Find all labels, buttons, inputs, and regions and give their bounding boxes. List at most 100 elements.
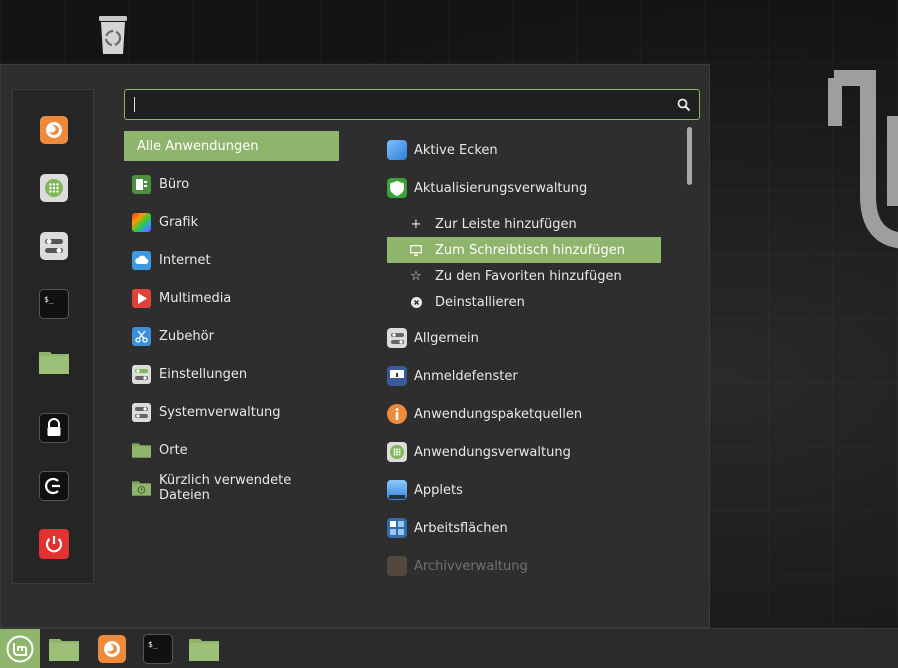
context-menu: + Zur Leiste hinzufügen Zum Schreibtisch… <box>387 211 667 315</box>
favorite-lock-screen[interactable] <box>38 412 70 444</box>
app-label: Applets <box>414 482 463 498</box>
terminal-icon: $_ <box>143 634 173 664</box>
multimedia-icon <box>132 288 151 308</box>
plus-icon: + <box>410 216 422 232</box>
context-uninstall[interactable]: Deinstallieren <box>387 289 661 315</box>
app-archive-manager[interactable]: Archivverwaltung <box>387 547 667 585</box>
favorite-logout[interactable] <box>38 470 70 502</box>
archive-manager-icon <box>387 556 407 576</box>
category-label: Orte <box>159 442 188 458</box>
app-applets[interactable]: Applets <box>387 471 667 509</box>
application-list: Aktive Ecken Aktualisierungsverwaltung +… <box>387 131 667 585</box>
category-label: Zubehör <box>159 328 214 344</box>
taskbar-firefox[interactable] <box>96 633 128 665</box>
category-label: Büro <box>159 176 190 192</box>
context-label: Deinstallieren <box>435 294 525 310</box>
context-label: Zur Leiste hinzufügen <box>435 216 577 232</box>
general-settings-icon <box>387 328 407 348</box>
app-software-manager[interactable]: Anwendungsverwaltung <box>387 433 667 471</box>
login-window-icon <box>387 366 407 386</box>
software-manager-icon <box>387 442 407 462</box>
app-label: Archivverwaltung <box>414 558 528 574</box>
favorite-settings[interactable] <box>38 230 70 262</box>
app-general[interactable]: Allgemein <box>387 319 667 357</box>
trash-icon[interactable] <box>96 14 130 56</box>
category-all-applications[interactable]: Alle Anwendungen <box>124 131 339 161</box>
category-multimedia[interactable]: Multimedia <box>124 279 339 317</box>
category-label: Grafik <box>159 214 199 230</box>
software-manager-icon <box>40 174 68 202</box>
power-icon <box>39 529 69 559</box>
category-recent-files[interactable]: Kürzlich verwendete Dateien <box>124 469 339 507</box>
application-menu: $_ Alle Anwendungen Büro Grafik Internet… <box>0 64 710 628</box>
svg-text:$_: $_ <box>44 295 54 304</box>
category-label: Einstellungen <box>159 366 248 382</box>
context-label: Zum Schreibtisch hinzufügen <box>435 242 625 258</box>
category-internet[interactable]: Internet <box>124 241 339 279</box>
remove-icon <box>409 295 423 309</box>
svg-text:$_: $_ <box>148 640 158 649</box>
category-graphics[interactable]: Grafik <box>124 203 339 241</box>
favorite-firefox[interactable] <box>38 114 70 146</box>
search-icon[interactable] <box>677 98 691 112</box>
category-label: Internet <box>159 252 211 268</box>
context-add-to-panel[interactable]: + Zur Leiste hinzufügen <box>387 211 661 237</box>
taskbar-files[interactable] <box>48 633 80 665</box>
favorite-terminal[interactable]: $_ <box>38 288 70 320</box>
hot-corners-icon <box>387 140 407 160</box>
category-accessories[interactable]: Zubehör <box>124 317 339 355</box>
settings-icon <box>40 232 68 260</box>
mint-logo-wallpaper <box>828 70 898 249</box>
workspaces-icon <box>387 518 407 538</box>
context-add-to-desktop[interactable]: Zum Schreibtisch hinzufügen <box>387 237 661 263</box>
app-update-manager[interactable]: Aktualisierungsverwaltung <box>387 169 667 207</box>
app-label: Allgemein <box>414 330 479 346</box>
places-folder-icon <box>132 441 151 460</box>
settings-icon <box>132 364 151 384</box>
graphics-icon <box>132 212 151 232</box>
app-label: Arbeitsflächen <box>414 520 508 536</box>
favorite-files[interactable] <box>38 346 70 378</box>
category-list: Alle Anwendungen Büro Grafik Internet Mu… <box>124 131 339 507</box>
app-software-sources[interactable]: Anwendungspaketquellen <box>387 395 667 433</box>
favorites-sidebar: $_ <box>12 89 94 584</box>
taskbar: $_ <box>0 628 898 668</box>
files-folder-icon <box>189 639 219 661</box>
app-label: Aktive Ecken <box>414 142 498 158</box>
category-places[interactable]: Orte <box>124 431 339 469</box>
internet-icon <box>132 250 151 270</box>
taskbar-files-2[interactable] <box>188 633 220 665</box>
app-label: Anmeldefenster <box>414 368 518 384</box>
search-input[interactable] <box>133 95 663 115</box>
applets-icon <box>387 480 407 500</box>
category-office[interactable]: Büro <box>124 165 339 203</box>
favorite-software-manager[interactable] <box>38 172 70 204</box>
update-manager-icon <box>387 178 407 198</box>
app-login-window[interactable]: Anmeldefenster <box>387 357 667 395</box>
files-folder-icon <box>49 639 79 661</box>
context-add-to-favorites[interactable]: ☆ Zu den Favoriten hinzufügen <box>387 263 661 289</box>
category-administration[interactable]: Systemverwaltung <box>124 393 339 431</box>
logout-icon <box>39 471 69 501</box>
mint-menu-icon <box>6 635 34 663</box>
firefox-icon <box>40 116 68 144</box>
category-label: Alle Anwendungen <box>137 138 259 154</box>
app-hot-corners[interactable]: Aktive Ecken <box>387 131 667 169</box>
context-label: Zu den Favoriten hinzufügen <box>435 268 622 284</box>
app-workspaces[interactable]: Arbeitsflächen <box>387 509 667 547</box>
taskbar-terminal[interactable]: $_ <box>142 633 174 665</box>
text-cursor <box>134 97 135 112</box>
category-settings[interactable]: Einstellungen <box>124 355 339 393</box>
app-label: Anwendungsverwaltung <box>414 444 571 460</box>
mint-menu-button[interactable] <box>0 629 40 668</box>
app-label: Aktualisierungsverwaltung <box>414 180 588 196</box>
terminal-icon: $_ <box>39 289 69 319</box>
favorite-shutdown[interactable] <box>38 528 70 560</box>
lock-icon <box>39 413 69 443</box>
desktop-icon <box>409 243 423 257</box>
accessories-icon <box>132 326 151 346</box>
app-list-scrollbar[interactable] <box>687 127 692 185</box>
app-label: Anwendungspaketquellen <box>414 406 583 422</box>
search-box[interactable] <box>124 89 700 120</box>
administration-icon <box>132 402 151 422</box>
